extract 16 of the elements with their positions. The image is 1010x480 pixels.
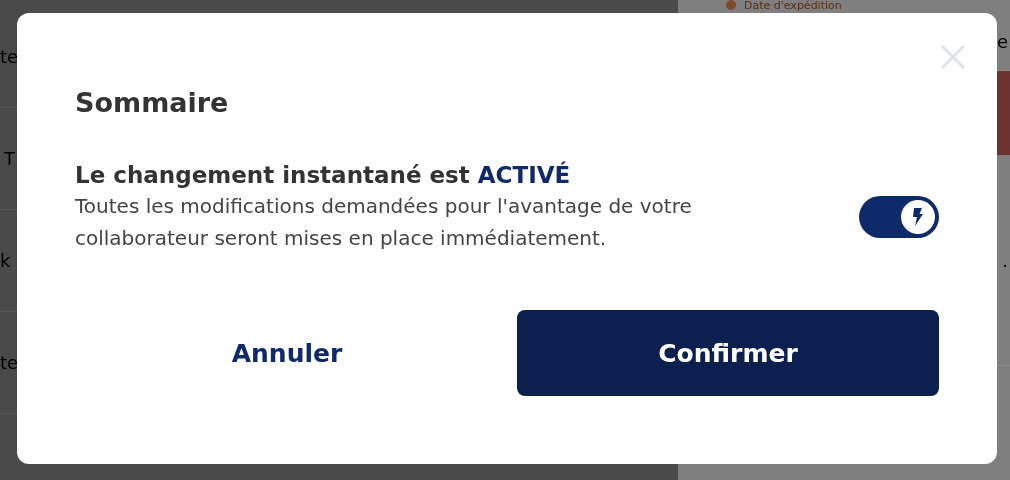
setting-title: Le changement instantané est bbox=[75, 162, 470, 188]
table-cell: e bbox=[996, 31, 1008, 52]
table-cell: te bbox=[0, 46, 19, 67]
status-label: Date d'expédition bbox=[744, 0, 842, 12]
dialog-title: Sommaire bbox=[75, 87, 230, 118]
lightning-icon bbox=[912, 208, 924, 226]
confirm-button[interactable]: Confirmer bbox=[517, 310, 939, 396]
table-cell-text: T bbox=[3, 148, 15, 169]
status-dot bbox=[726, 0, 736, 10]
toggle-switch[interactable] bbox=[859, 196, 939, 238]
status-text: ACTIVÉ bbox=[477, 162, 571, 188]
setting-description: Toutes les modifications demandées pour l'avantage de votre collaborateur seront mises en place immédiatement. bbox=[75, 193, 693, 252]
table-cell: . bbox=[1002, 249, 1008, 271]
table-cell: te bbox=[0, 352, 19, 373]
cancel-button[interactable]: Annuler bbox=[75, 310, 499, 396]
table-cell: k bbox=[0, 250, 11, 271]
